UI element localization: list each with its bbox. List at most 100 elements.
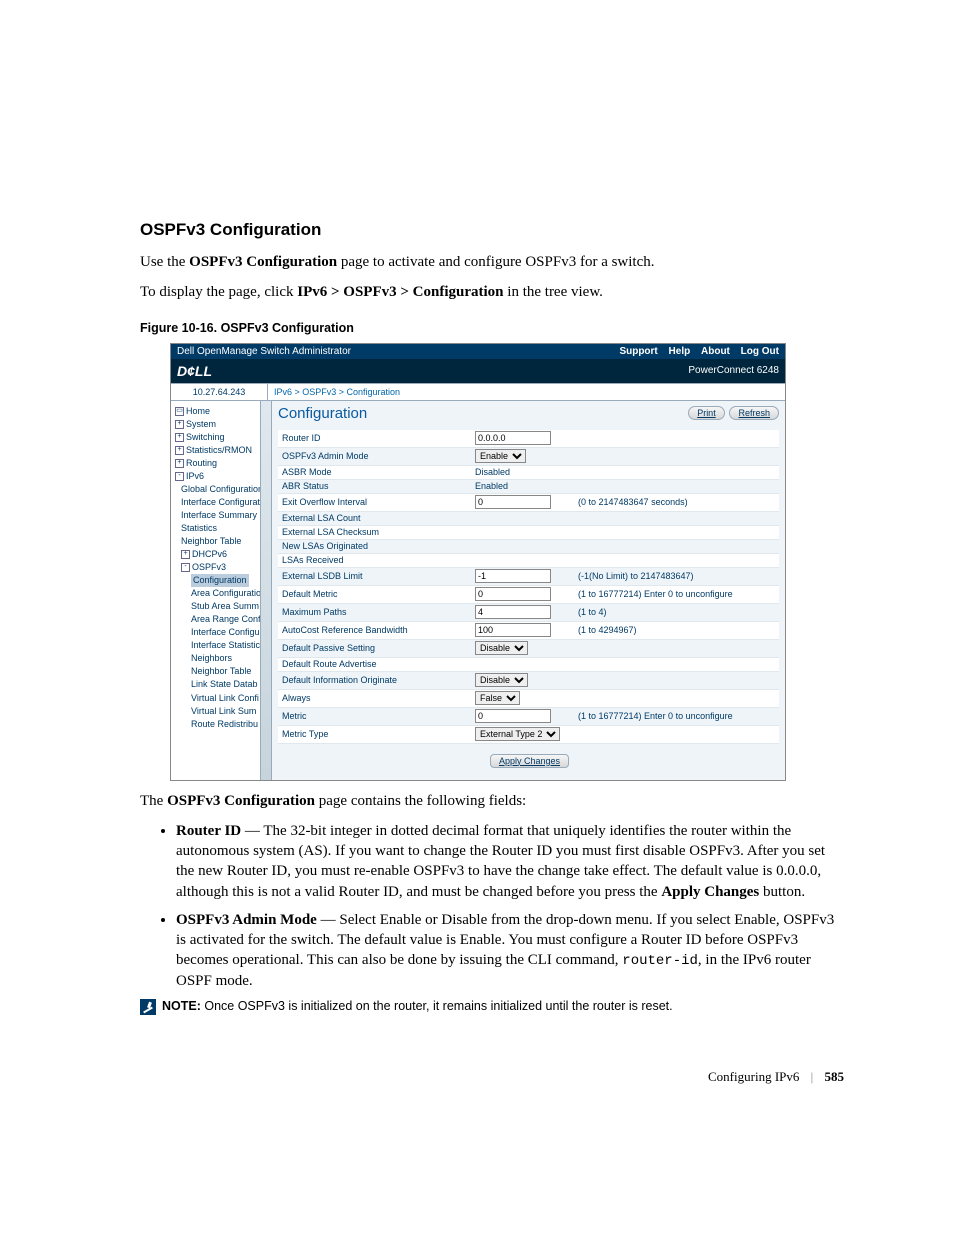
- admin-mode-label: OSPFv3 Admin Mode: [278, 447, 471, 465]
- def-info-select[interactable]: Disable: [475, 673, 528, 687]
- tree-configuration[interactable]: Configuration: [175, 574, 271, 587]
- route-adv-label: Default Route Advertise: [278, 657, 471, 671]
- tree-system[interactable]: +System: [175, 418, 271, 431]
- tree-iface-summary[interactable]: Interface Summary: [175, 509, 271, 522]
- nav-help[interactable]: Help: [669, 346, 691, 357]
- asbr-mode-label: ASBR Mode: [278, 465, 471, 479]
- field-list: Router ID — The 32-bit integer in dotted…: [140, 821, 844, 992]
- max-paths-hint: (1 to 4): [574, 603, 779, 621]
- passive-label: Default Passive Setting: [278, 639, 471, 657]
- metric-type-label: Metric Type: [278, 725, 471, 743]
- tree-iface-config2[interactable]: Interface Configu: [175, 626, 271, 639]
- always-select[interactable]: False: [475, 691, 520, 705]
- router-id-label: Router ID: [278, 430, 471, 448]
- nav-logout[interactable]: Log Out: [741, 346, 779, 357]
- tree-iface-stats[interactable]: Interface Statistic: [175, 639, 271, 652]
- tree-area-range[interactable]: Area Range Conf: [175, 613, 271, 626]
- apply-changes-button[interactable]: Apply Changes: [490, 754, 569, 768]
- tree-iface-config[interactable]: Interface Configurati: [175, 496, 271, 509]
- app-screenshot: Dell OpenManage Switch Administrator Sup…: [170, 343, 786, 781]
- tree-neighbor-table[interactable]: Neighbor Table: [175, 535, 271, 548]
- field-admin-mode: OSPFv3 Admin Mode — Select Enable or Dis…: [176, 910, 844, 992]
- tree-global-config[interactable]: Global Configuration: [175, 483, 271, 496]
- app-topbar: Dell OpenManage Switch Administrator Sup…: [171, 344, 785, 359]
- ext-lsa-chk-label: External LSA Checksum: [278, 525, 471, 539]
- metric-hint: (1 to 16777214) Enter 0 to unconfigure: [574, 707, 779, 725]
- exit-overflow-label: Exit Overflow Interval: [278, 493, 471, 511]
- lsas-recv-label: LSAs Received: [278, 553, 471, 567]
- figure-caption: Figure 10-16. OSPFv3 Configuration: [140, 321, 844, 335]
- tree-lsdb[interactable]: Link State Datab: [175, 678, 271, 691]
- def-metric-hint: (1 to 16777214) Enter 0 to unconfigure: [574, 585, 779, 603]
- router-id-input[interactable]: [475, 431, 551, 445]
- display-paragraph: To display the page, click IPv6 > OSPFv3…: [140, 282, 844, 302]
- page-title: Configuration: [278, 405, 367, 422]
- asbr-mode-value: Disabled: [471, 465, 574, 479]
- exit-overflow-hint: (0 to 2147483647 seconds): [574, 493, 779, 511]
- note-icon: [140, 999, 156, 1015]
- nav-tree[interactable]: ▭Home +System +Switching +Statistics/RMO…: [171, 401, 272, 780]
- tree-routing[interactable]: +Routing: [175, 457, 271, 470]
- tree-stub-area[interactable]: Stub Area Summ: [175, 600, 271, 613]
- always-label: Always: [278, 689, 471, 707]
- dell-logo: D¢LL: [177, 363, 212, 379]
- auto-bw-input[interactable]: [475, 623, 551, 637]
- tree-virtual-link-sum[interactable]: Virtual Link Sum: [175, 705, 271, 718]
- nav-support[interactable]: Support: [619, 346, 657, 357]
- tree-scrollbar[interactable]: [260, 401, 271, 780]
- new-lsas-label: New LSAs Originated: [278, 539, 471, 553]
- lsdb-limit-input[interactable]: [475, 569, 551, 583]
- app-title: Dell OpenManage Switch Administrator: [177, 346, 351, 357]
- def-info-label: Default Information Originate: [278, 671, 471, 689]
- passive-select[interactable]: Disable: [475, 641, 528, 655]
- abr-status-label: ABR Status: [278, 479, 471, 493]
- footer-page-number: 585: [825, 1069, 845, 1084]
- model-label: PowerConnect 6248: [688, 365, 779, 376]
- admin-mode-select[interactable]: Enable: [475, 449, 526, 463]
- ip-label: 10.27.64.243: [171, 384, 268, 400]
- note-text: Once OSPFv3 is initialized on the router…: [201, 999, 673, 1013]
- config-form: Router ID OSPFv3 Admin Mode Enable ASBR M…: [278, 430, 779, 744]
- logo-bar: D¢LL PowerConnect 6248: [171, 359, 785, 383]
- ext-lsa-count-label: External LSA Count: [278, 511, 471, 525]
- intro-post: page to activate and configure OSPFv3 fo…: [337, 254, 654, 270]
- intro-pre: Use the: [140, 254, 189, 270]
- auto-bw-hint: (1 to 4294967): [574, 621, 779, 639]
- max-paths-label: Maximum Paths: [278, 603, 471, 621]
- refresh-button[interactable]: Refresh: [729, 406, 779, 420]
- tree-ipv6[interactable]: -IPv6: [175, 470, 271, 483]
- metric-label: Metric: [278, 707, 471, 725]
- nav-about[interactable]: About: [701, 346, 730, 357]
- lsdb-limit-hint: (-1(No Limit) to 2147483647): [574, 567, 779, 585]
- display-bold: IPv6 > OSPFv3 > Configuration: [297, 284, 503, 300]
- tree-stats[interactable]: +Statistics/RMON: [175, 444, 271, 457]
- tree-virtual-link-config[interactable]: Virtual Link Confi: [175, 692, 271, 705]
- exit-overflow-input[interactable]: [475, 495, 551, 509]
- print-button[interactable]: Print: [688, 406, 725, 420]
- tree-ospfv3[interactable]: -OSPFv3: [175, 561, 271, 574]
- display-pre: To display the page, click: [140, 284, 297, 300]
- note-label: NOTE:: [162, 999, 201, 1013]
- intro-bold: OSPFv3 Configuration: [189, 254, 337, 270]
- tree-neighbor-table2[interactable]: Neighbor Table: [175, 665, 271, 678]
- metric-type-select[interactable]: External Type 2: [475, 727, 560, 741]
- def-metric-label: Default Metric: [278, 585, 471, 603]
- tree-home[interactable]: ▭Home: [175, 405, 271, 418]
- metric-input[interactable]: [475, 709, 551, 723]
- footer-section: Configuring IPv6: [708, 1069, 799, 1084]
- tree-route-redist[interactable]: Route Redistribu: [175, 718, 271, 731]
- fields-intro: The OSPFv3 Configuration page contains t…: [140, 791, 844, 811]
- tree-area-config[interactable]: Area Configuratio: [175, 587, 271, 600]
- page-footer: Configuring IPv6 | 585: [708, 1069, 844, 1085]
- max-paths-input[interactable]: [475, 605, 551, 619]
- tree-dhcpv6[interactable]: +DHCPv6: [175, 548, 271, 561]
- intro-paragraph: Use the OSPFv3 Configuration page to act…: [140, 252, 844, 272]
- tree-switching[interactable]: +Switching: [175, 431, 271, 444]
- note-row: NOTE: Once OSPFv3 is initialized on the …: [140, 999, 844, 1015]
- tree-neighbors[interactable]: Neighbors: [175, 652, 271, 665]
- field-router-id: Router ID — The 32-bit integer in dotted…: [176, 821, 844, 902]
- section-heading: OSPFv3 Configuration: [140, 220, 844, 240]
- tree-statistics[interactable]: Statistics: [175, 522, 271, 535]
- def-metric-input[interactable]: [475, 587, 551, 601]
- breadcrumb: IPv6 > OSPFv3 > Configuration: [268, 384, 406, 400]
